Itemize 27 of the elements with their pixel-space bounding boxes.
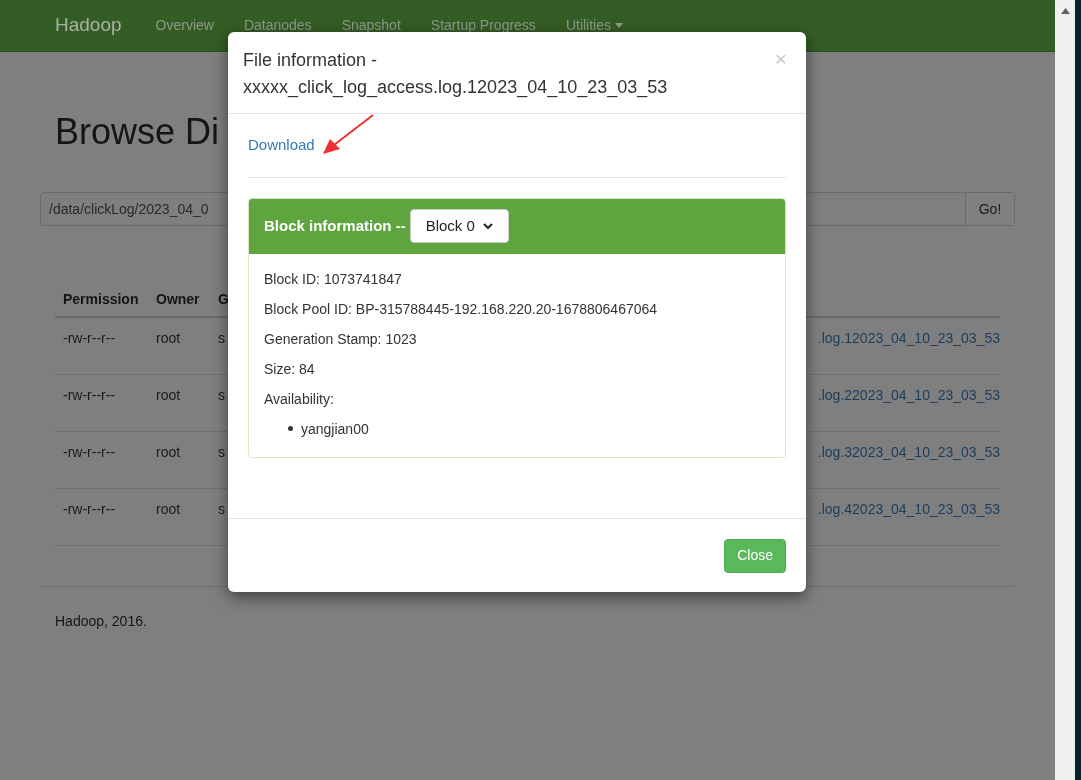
block-detail: Block Pool ID: BP-315788445-192.168.220.20-1678806467064 — [264, 299, 659, 319]
table-cell-text: s — [218, 386, 226, 405]
table-cell-text: root — [156, 500, 182, 519]
table-cell-text: -rw-r--r-- — [63, 443, 117, 462]
table-cell-text: -rw-r--r-- — [63, 386, 117, 405]
table-cell-text: -rw-r--r-- — [63, 500, 117, 519]
path-value: /data/clickLog/2023_04_0 — [48, 199, 210, 219]
block-detail: Block ID: 1073741847 — [264, 269, 403, 289]
column-header: Permission — [63, 289, 140, 309]
column-header: Owner — [156, 289, 201, 309]
block-detail: Size: 84 — [264, 359, 316, 379]
datanode-name: yangjian00 — [301, 419, 369, 439]
table-cell-text: root — [156, 329, 182, 348]
footer-text: Hadoop, 2016. — [55, 613, 147, 629]
table-cell-text: s — [218, 500, 226, 519]
table-cell-text: s — [218, 329, 226, 348]
table-cell-text: -rw-r--r-- — [63, 329, 117, 348]
modal-title: File information - — [243, 49, 379, 72]
table-cell-text: root — [156, 443, 182, 462]
modal-title: xxxxx_click_log_access.log.12023_04_10_23_03_53 — [243, 76, 668, 100]
block-detail: Generation Stamp: 1023 — [264, 329, 418, 349]
table-cell-text: root — [156, 386, 182, 405]
column-header: G — [218, 289, 230, 309]
block-detail: Availability: — [264, 389, 335, 409]
page-heading: Browse Di — [55, 112, 220, 152]
table-cell-text: s — [218, 443, 226, 462]
panel-title: Block information -- — [264, 215, 406, 236]
